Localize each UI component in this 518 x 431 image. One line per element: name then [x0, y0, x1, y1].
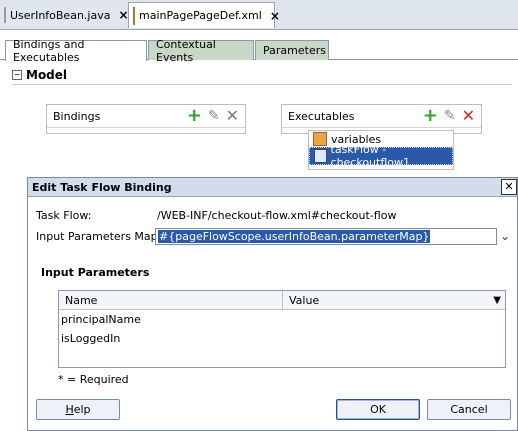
- divider: [12, 84, 512, 85]
- dialog-titlebar: Edit Task Flow Binding ✕: [28, 178, 517, 197]
- column-header-name[interactable]: Name: [59, 291, 283, 309]
- edit-icon[interactable]: ✎: [208, 109, 220, 123]
- close-icon[interactable]: ✕: [501, 179, 517, 195]
- tab-label: Bindings and Executables: [13, 38, 85, 64]
- help-label: elp: [73, 403, 91, 416]
- model-section-header[interactable]: − Model: [12, 68, 67, 82]
- table-row[interactable]: isLoggedIn: [59, 329, 505, 348]
- taskflow-icon: [314, 149, 327, 163]
- edit-task-flow-binding-dialog: Edit Task Flow Binding ✕ Task Flow: /WEB…: [27, 177, 518, 431]
- executables-title: Executables: [288, 109, 355, 123]
- delete-icon[interactable]: ✕: [226, 108, 239, 124]
- task-flow-value: /WEB-INF/checkout-flow.xml#checkout-flow: [157, 209, 397, 222]
- bindings-panel: Bindings + ✎ ✕: [46, 104, 246, 134]
- ok-button[interactable]: OK: [336, 399, 420, 420]
- bindings-title: Bindings: [53, 109, 101, 123]
- help-mnemonic: H: [65, 403, 74, 416]
- tab-contextual-events[interactable]: Contextual Events: [148, 38, 254, 64]
- tab-label: Parameters: [263, 44, 326, 57]
- column-label: Value: [289, 293, 320, 307]
- tab-label: Contextual Events: [156, 37, 216, 64]
- param-name: isLoggedIn: [61, 332, 121, 345]
- variables-icon: [313, 132, 327, 146]
- input-parameters-table: Name Value ▼ principalName isLoggedIn: [58, 290, 506, 368]
- column-header-value[interactable]: Value ▼: [283, 291, 505, 309]
- task-flow-label: Task Flow:: [36, 209, 92, 222]
- tab-label: UserInfoBean.java: [10, 8, 111, 22]
- tab-userinfobean[interactable]: UserInfoBean.java ×: [0, 4, 129, 26]
- edit-icon[interactable]: ✎: [444, 109, 456, 123]
- tab-label: mainPagePageDef.xml: [139, 9, 262, 22]
- java-file-icon: [4, 7, 6, 23]
- cancel-button[interactable]: Cancel: [427, 399, 511, 420]
- executables-list: variables taskFlow - checkoutflow1: [308, 130, 454, 170]
- param-name: principalName: [61, 313, 141, 326]
- model-title: Model: [26, 68, 68, 82]
- table-row[interactable]: principalName: [59, 310, 505, 329]
- dropdown-arrow-icon[interactable]: ▼: [493, 295, 501, 306]
- list-item-label: taskFlow - checkoutflow1: [330, 143, 410, 169]
- help-button[interactable]: Help: [36, 399, 120, 420]
- input-map-label: Input Parameters Map:: [36, 230, 162, 243]
- tab-parameters[interactable]: Parameters: [255, 40, 329, 60]
- column-label: Name: [65, 293, 98, 307]
- dialog-title: Edit Task Flow Binding: [32, 180, 172, 194]
- collapse-icon[interactable]: −: [12, 70, 22, 80]
- table-header: Name Value ▼: [59, 291, 505, 310]
- input-parameters-map-field[interactable]: #{pageFlowScope.userInfoBean.parameterMa…: [155, 228, 497, 245]
- ok-label: OK: [370, 403, 386, 416]
- input-parameters-title: Input Parameters: [41, 266, 150, 279]
- tab-mainpagepagedef[interactable]: mainPagePageDef.xml ×: [128, 2, 280, 28]
- input-map-value: #{pageFlowScope.userInfoBean.parameterMa…: [158, 230, 431, 243]
- add-icon[interactable]: +: [187, 107, 202, 125]
- required-note: * = Required: [58, 373, 129, 386]
- delete-icon[interactable]: ✕: [462, 108, 475, 124]
- add-icon[interactable]: +: [423, 107, 438, 125]
- tab-bindings-and-executables[interactable]: Bindings and Executables: [5, 38, 147, 64]
- cancel-label: Cancel: [450, 403, 488, 416]
- list-item[interactable]: taskFlow - checkoutflow1: [309, 143, 453, 169]
- close-icon[interactable]: ×: [270, 9, 280, 23]
- pagedef-file-icon: [133, 6, 135, 25]
- chevron-down-icon[interactable]: ⌄: [500, 229, 510, 243]
